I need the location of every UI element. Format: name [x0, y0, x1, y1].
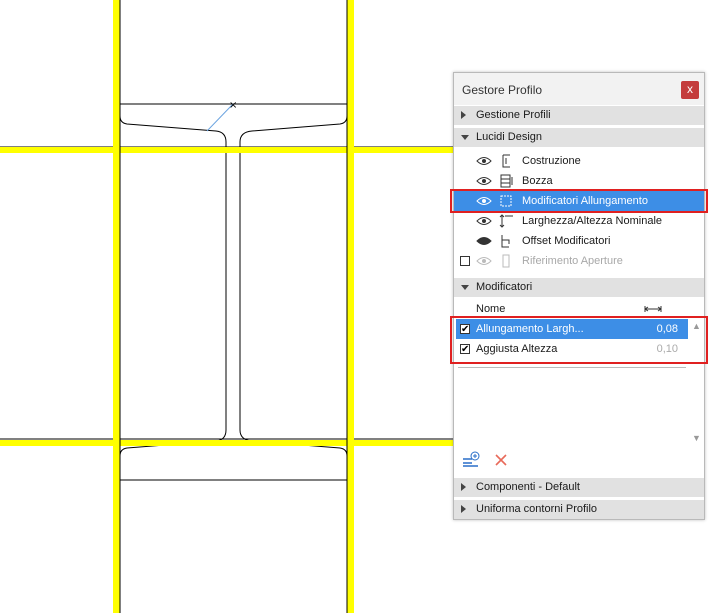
layer-offset-modificatori[interactable]: Offset Modificatori — [454, 231, 704, 251]
offset-modifiers-icon — [501, 235, 510, 248]
width-arrows-icon — [644, 306, 662, 312]
layer-label: Riferimento Aperture — [522, 255, 623, 267]
divider — [458, 367, 686, 368]
close-button[interactable]: x — [681, 81, 699, 99]
collapse-arrow-icon — [461, 285, 469, 290]
layer-larghezza-altezza[interactable]: Larghezza/Altezza Nominale — [454, 211, 704, 231]
section-lucidi-design[interactable]: Lucidi Design — [454, 128, 704, 147]
hotspot-marker[interactable]: × — [229, 100, 237, 111]
section-label: Componenti - Default — [476, 481, 580, 493]
panel-titlebar[interactable]: Gestore Profilo x — [454, 73, 704, 105]
layer-label: Costruzione — [522, 155, 581, 167]
draft-icon — [500, 174, 513, 188]
panel-title: Gestore Profilo — [462, 83, 543, 97]
expand-arrow-icon — [461, 483, 466, 491]
add-modifier-icon[interactable] — [462, 451, 480, 467]
guide-vertical-left[interactable] — [113, 0, 120, 613]
section-gestione-profili[interactable]: Gestione Profili — [454, 106, 704, 125]
opening-reference-icon — [502, 254, 510, 268]
layer-checkbox[interactable] — [460, 256, 470, 266]
collapse-arrow-icon — [461, 135, 469, 140]
eye-icon[interactable] — [476, 256, 492, 266]
section-label: Modificatori — [476, 281, 533, 293]
construction-icon — [502, 154, 510, 168]
expand-arrow-icon — [461, 505, 466, 513]
column-name-header: Nome — [476, 303, 506, 315]
guide-vertical-right[interactable] — [347, 0, 354, 613]
section-label: Uniforma contorni Profilo — [476, 503, 598, 515]
layer-bozza[interactable]: Bozza — [454, 171, 704, 191]
flange-top — [119, 103, 348, 481]
layer-costruzione[interactable]: Costruzione — [454, 151, 704, 171]
delete-icon[interactable] — [494, 453, 508, 467]
eye-icon[interactable] — [476, 156, 492, 166]
annotation-highlight-layer — [450, 189, 708, 213]
section-componenti[interactable]: Componenti - Default — [454, 478, 704, 497]
guide-horizontal-top[interactable] — [0, 147, 453, 153]
section-uniforma[interactable]: Uniforma contorni Profilo — [454, 500, 704, 519]
layer-label: Larghezza/Altezza Nominale — [522, 215, 663, 227]
eye-icon[interactable] — [476, 176, 492, 186]
scroll-down-icon[interactable]: ▼ — [692, 433, 701, 443]
eye-icon[interactable] — [476, 216, 492, 226]
guide-horizontal-bottom[interactable] — [0, 440, 453, 446]
section-modificatori[interactable]: Modificatori — [454, 278, 704, 297]
expand-arrow-icon — [461, 111, 466, 119]
layer-label: Offset Modificatori — [522, 235, 611, 247]
annotation-highlight-modifiers — [450, 316, 708, 364]
section-label: Lucidi Design — [476, 131, 543, 143]
eye-icon[interactable] — [476, 236, 492, 246]
section-label: Gestione Profili — [476, 109, 551, 121]
layer-label: Bozza — [522, 175, 553, 187]
nominal-size-icon — [499, 214, 513, 228]
profile-manager-panel: Gestore Profilo x Gestione Profili Lucid… — [453, 72, 705, 520]
layer-riferimento-aperture[interactable]: Riferimento Aperture — [454, 251, 704, 271]
